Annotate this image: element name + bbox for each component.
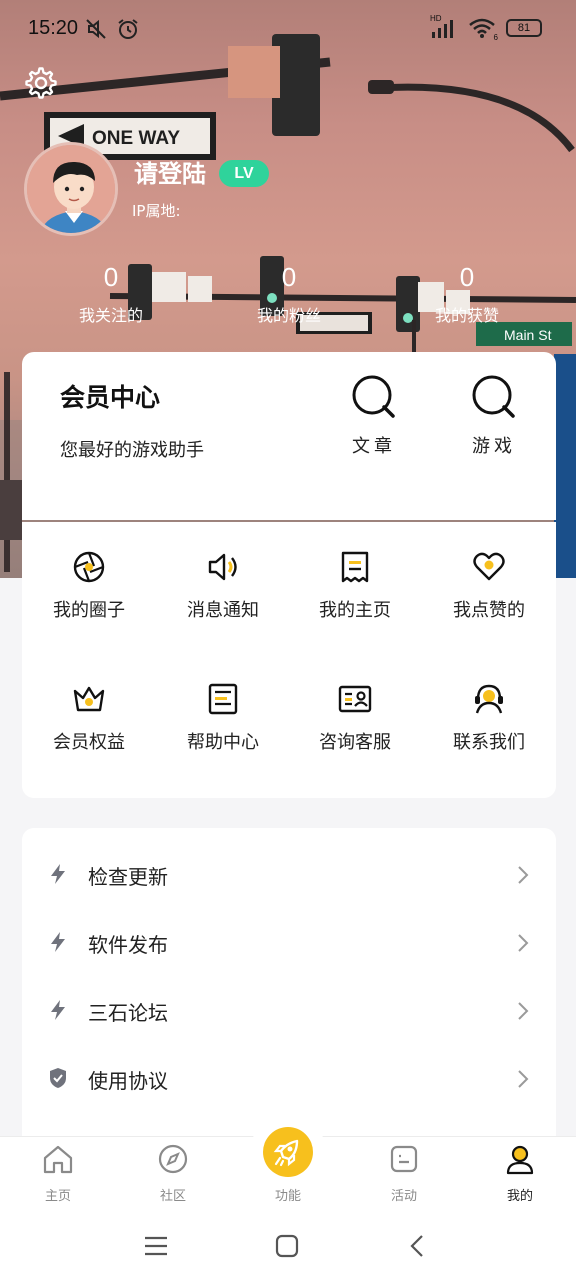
stat-following[interactable]: 0 我关注的 bbox=[36, 262, 186, 326]
feature-label: 咨询客服 bbox=[319, 732, 391, 753]
receipt-icon bbox=[341, 551, 369, 583]
list-item-label: 三石论坛 bbox=[88, 1001, 168, 1025]
nav-activity[interactable]: 活动 bbox=[354, 1137, 454, 1211]
search-icon bbox=[472, 375, 515, 418]
nav-label: 我的 bbox=[506, 1189, 533, 1204]
chevron-right-icon bbox=[518, 866, 529, 884]
stat-label: 我的获赞 bbox=[434, 306, 499, 325]
street-sign-text: Main St bbox=[504, 327, 552, 343]
level-badge: LV bbox=[219, 160, 269, 187]
member-center-subtitle: 您最好的游戏助手 bbox=[60, 440, 204, 461]
home-icon bbox=[43, 1145, 73, 1174]
stat-likes[interactable]: 0 我的获赞 bbox=[392, 262, 542, 326]
stat-count: 0 bbox=[281, 262, 297, 292]
system-nav-bar bbox=[0, 1210, 576, 1280]
wifi-icon: 6 bbox=[468, 18, 498, 42]
avatar[interactable] bbox=[24, 142, 118, 236]
activity-icon bbox=[390, 1145, 418, 1173]
list-item-check-update[interactable]: 检查更新 bbox=[22, 842, 556, 908]
settings-list: 检查更新 软件发布 三石论坛 使用协议 bbox=[22, 828, 556, 1138]
search-games-button[interactable]: 游戏 bbox=[464, 374, 524, 458]
stat-count: 0 bbox=[103, 262, 119, 292]
chevron-right-icon bbox=[518, 1070, 529, 1088]
feature-grid: 我的圈子 消息通知 我的主页 我点赞的 会员权益 帮助中心 咨询客服 联系我们 bbox=[22, 522, 556, 798]
speaker-icon bbox=[208, 553, 237, 581]
feature-label: 会员权益 bbox=[53, 732, 125, 753]
heart-icon bbox=[473, 552, 505, 581]
nav-label: 社区 bbox=[159, 1189, 186, 1204]
gear-icon bbox=[25, 67, 57, 99]
menu-icon[interactable] bbox=[142, 1232, 170, 1260]
feature-customer-service[interactable]: 咨询客服 bbox=[288, 654, 422, 764]
contact-card-icon bbox=[338, 685, 372, 713]
search-icon bbox=[352, 375, 395, 418]
home-square-icon[interactable] bbox=[273, 1232, 301, 1260]
cellular-signal-icon: HD bbox=[430, 14, 458, 38]
back-icon[interactable] bbox=[404, 1232, 432, 1260]
shield-icon bbox=[50, 1068, 66, 1088]
stat-count: 0 bbox=[459, 262, 475, 292]
list-item-label: 使用协议 bbox=[88, 1069, 168, 1093]
feature-label: 帮助中心 bbox=[187, 732, 259, 753]
feature-label: 我点赞的 bbox=[453, 600, 525, 621]
feature-contact-us[interactable]: 联系我们 bbox=[422, 654, 556, 764]
battery-indicator: 81 bbox=[506, 19, 542, 37]
feature-label: 消息通知 bbox=[187, 600, 259, 621]
feature-help-center[interactable]: 帮助中心 bbox=[156, 654, 290, 764]
functions-fab[interactable] bbox=[263, 1127, 313, 1177]
user-icon bbox=[506, 1145, 534, 1175]
search-games-label: 游戏 bbox=[472, 436, 516, 457]
feature-label: 我的圈子 bbox=[53, 600, 125, 621]
document-icon bbox=[208, 683, 238, 715]
aperture-icon bbox=[73, 551, 105, 583]
feature-label: 联系我们 bbox=[453, 732, 525, 753]
nav-home[interactable]: 主页 bbox=[8, 1137, 108, 1211]
rocket-icon bbox=[273, 1139, 299, 1167]
lightning-icon bbox=[51, 932, 65, 952]
crown-icon bbox=[73, 686, 105, 712]
search-articles-label: 文章 bbox=[352, 436, 396, 457]
feature-notifications[interactable]: 消息通知 bbox=[156, 522, 290, 632]
list-item-forum[interactable]: 三石论坛 bbox=[22, 978, 556, 1044]
lightning-icon bbox=[51, 1000, 65, 1020]
feature-my-homepage[interactable]: 我的主页 bbox=[288, 522, 422, 632]
feature-label: 我的主页 bbox=[319, 600, 391, 621]
list-item-user-agreement[interactable]: 使用协议 bbox=[22, 1046, 556, 1112]
nav-profile[interactable]: 我的 bbox=[470, 1137, 570, 1211]
status-time: 15:20 bbox=[28, 17, 79, 39]
chevron-right-icon bbox=[518, 1002, 529, 1020]
chevron-right-icon bbox=[518, 934, 529, 952]
nav-functions[interactable] bbox=[250, 1114, 326, 1190]
stat-label: 我关注的 bbox=[78, 306, 143, 325]
nav-label: 活动 bbox=[390, 1189, 417, 1204]
list-item-label: 检查更新 bbox=[88, 865, 168, 889]
nav-label: 功能 bbox=[274, 1189, 301, 1204]
member-center-card[interactable]: 会员中心 您最好的游戏助手 文章 游戏 bbox=[22, 352, 556, 520]
one-way-sign-text: ONE WAY bbox=[92, 128, 180, 149]
mute-icon bbox=[86, 19, 106, 39]
member-center-title: 会员中心 bbox=[60, 383, 161, 412]
search-articles-button[interactable]: 文章 bbox=[344, 374, 404, 458]
stat-followers[interactable]: 0 我的粉丝 bbox=[214, 262, 364, 326]
list-item-label: 软件发布 bbox=[88, 933, 168, 957]
headset-icon bbox=[475, 684, 503, 714]
list-item-software-release[interactable]: 软件发布 bbox=[22, 910, 556, 976]
ip-location-label: IP属地: bbox=[132, 202, 181, 220]
nav-label: 主页 bbox=[44, 1189, 71, 1204]
status-bar: 15:20 HD 6 81 bbox=[0, 0, 576, 60]
feature-member-benefits[interactable]: 会员权益 bbox=[22, 654, 156, 764]
settings-button[interactable] bbox=[24, 66, 58, 100]
feature-my-likes[interactable]: 我点赞的 bbox=[422, 522, 556, 632]
stat-label: 我的粉丝 bbox=[256, 306, 321, 325]
nav-community[interactable]: 社区 bbox=[123, 1137, 223, 1211]
alarm-icon bbox=[118, 19, 138, 39]
compass-icon bbox=[158, 1144, 188, 1174]
lightning-icon bbox=[51, 864, 65, 884]
username[interactable]: 请登陆 bbox=[134, 154, 206, 189]
feature-my-circle[interactable]: 我的圈子 bbox=[22, 522, 156, 632]
